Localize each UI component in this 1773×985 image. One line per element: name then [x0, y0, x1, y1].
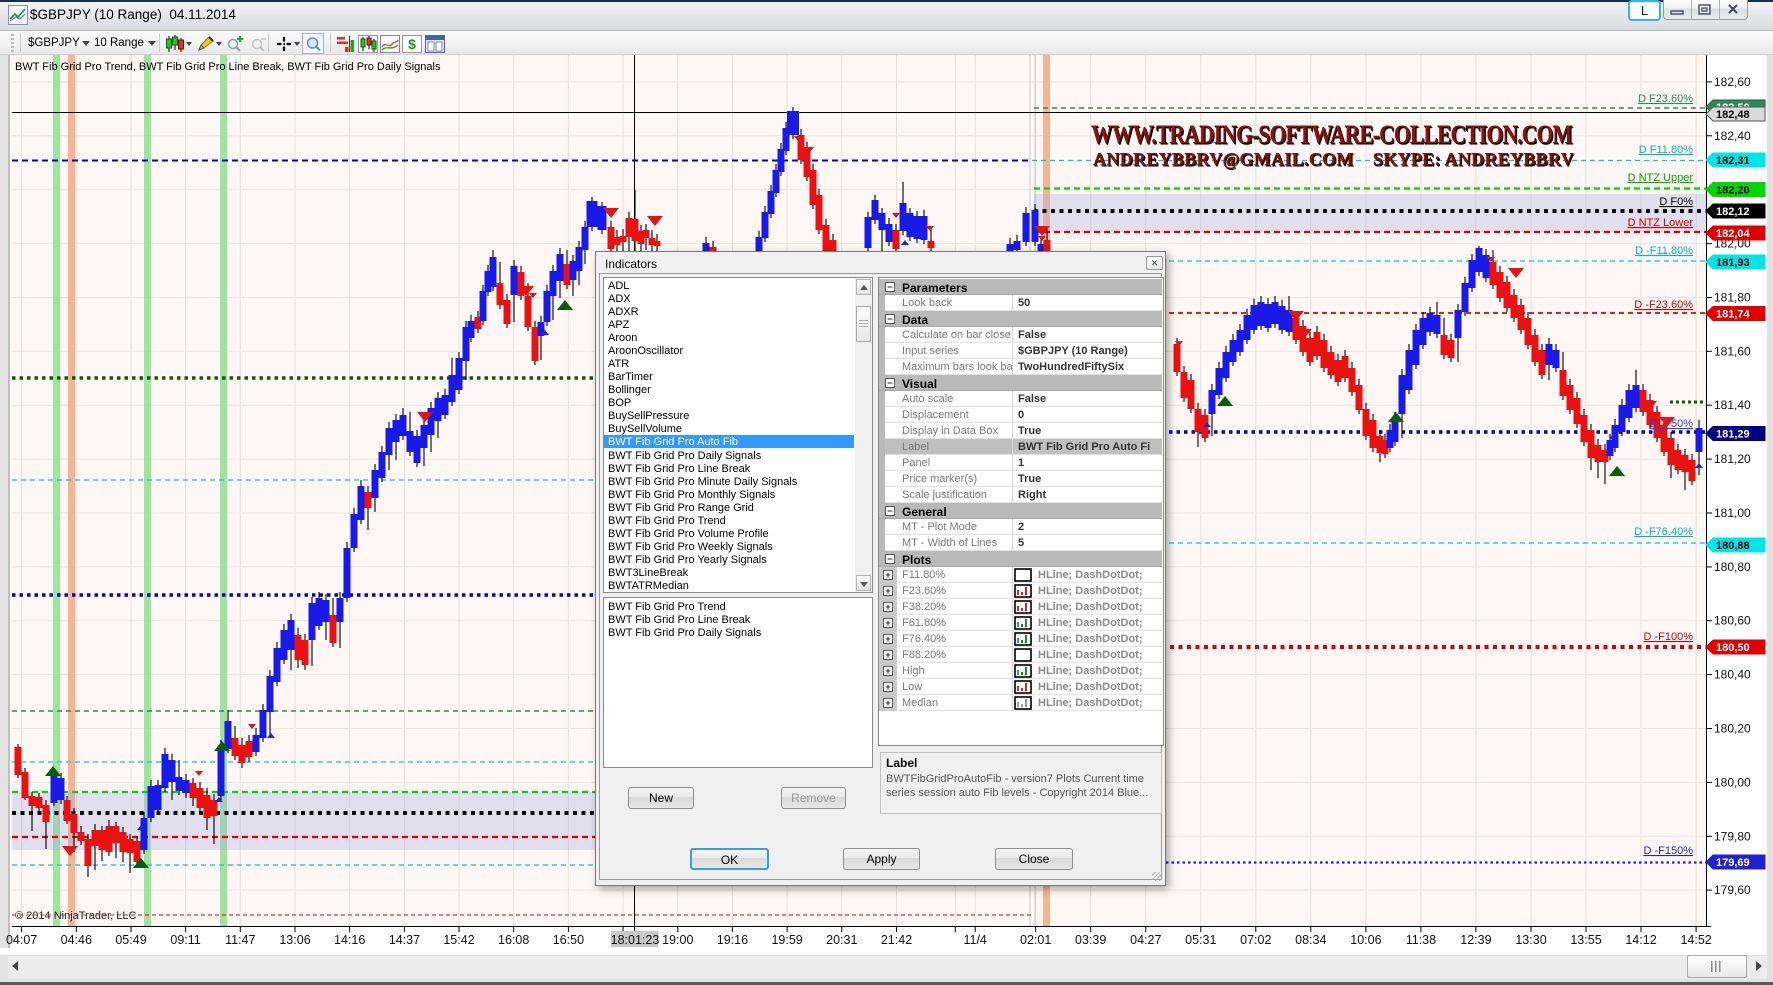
svg-text:09:11: 09:11 [170, 933, 200, 947]
svg-text:20:31: 20:31 [826, 933, 857, 947]
svg-text:12:39: 12:39 [1460, 933, 1491, 947]
svg-text:11:38: 11:38 [1406, 933, 1436, 947]
svg-text:14:52: 14:52 [1680, 933, 1711, 947]
svg-text:D -F23.60%: D -F23.60% [1634, 299, 1693, 311]
svg-text:181,80: 181,80 [1714, 291, 1751, 305]
svg-text:D F11.80%: D F11.80% [1639, 144, 1693, 156]
svg-text:05:49: 05:49 [115, 933, 146, 947]
svg-text:D -F11.80%: D -F11.80% [1635, 245, 1693, 257]
svg-text:180,60: 180,60 [1714, 614, 1751, 628]
svg-text:11:47: 11:47 [225, 933, 255, 947]
svg-text:18:01:23: 18:01:23 [611, 933, 660, 947]
svg-text:D NTZ Upper: D NTZ Upper [1628, 172, 1694, 184]
svg-text:13:30: 13:30 [1515, 933, 1546, 947]
svg-text:D F0%: D F0% [1659, 196, 1693, 208]
svg-text:182,40: 182,40 [1714, 129, 1751, 143]
svg-text:05:31: 05:31 [1185, 933, 1216, 947]
svg-text:04:46: 04:46 [61, 933, 92, 947]
svg-text:182,04: 182,04 [1716, 228, 1751, 240]
svg-text:182,31: 182,31 [1716, 155, 1750, 167]
svg-text:182,12: 182,12 [1716, 206, 1750, 218]
svg-text:181,29: 181,29 [1716, 429, 1750, 441]
svg-text:21:42: 21:42 [881, 933, 912, 947]
svg-text:182,60: 182,60 [1714, 75, 1751, 89]
svg-text:D -F76.40%: D -F76.40% [1634, 526, 1693, 538]
svg-text:14:12: 14:12 [1625, 933, 1656, 947]
svg-text:180,00: 180,00 [1714, 775, 1751, 789]
svg-text:13:06: 13:06 [279, 933, 310, 947]
svg-text:179,80: 179,80 [1714, 829, 1751, 843]
svg-text:182,48: 182,48 [1716, 109, 1750, 121]
svg-text:14:37: 14:37 [389, 933, 420, 947]
svg-text:11/4: 11/4 [963, 933, 986, 947]
svg-text:180,20: 180,20 [1714, 722, 1751, 736]
svg-text:13:55: 13:55 [1570, 933, 1601, 947]
svg-text:181,00: 181,00 [1714, 506, 1751, 520]
svg-text:180,40: 180,40 [1714, 668, 1751, 682]
svg-text:D -F150%: D -F150% [1643, 845, 1693, 857]
svg-text:14:16: 14:16 [334, 933, 365, 947]
svg-text:180,50: 180,50 [1716, 642, 1750, 654]
svg-text:16:50: 16:50 [553, 933, 584, 947]
svg-text:15:42: 15:42 [443, 933, 474, 947]
svg-text:19:16: 19:16 [717, 933, 748, 947]
svg-text:179,60: 179,60 [1714, 883, 1751, 897]
svg-text:D F23.60%: D F23.60% [1638, 93, 1693, 105]
svg-text:180,88: 180,88 [1716, 540, 1750, 552]
svg-text:179,69: 179,69 [1716, 857, 1750, 869]
svg-text:16:08: 16:08 [498, 933, 529, 947]
svg-text:181,60: 181,60 [1714, 344, 1751, 358]
svg-text:03:39: 03:39 [1075, 933, 1106, 947]
svg-text:181,40: 181,40 [1714, 398, 1751, 412]
svg-text:19:59: 19:59 [771, 933, 802, 947]
svg-text:08:34: 08:34 [1295, 933, 1326, 947]
svg-text:19:00: 19:00 [662, 933, 693, 947]
svg-text:04:07: 04:07 [6, 933, 37, 947]
svg-text:D NTZ Lower: D NTZ Lower [1628, 217, 1694, 229]
svg-text:180,80: 180,80 [1714, 560, 1751, 574]
svg-text:04:27: 04:27 [1130, 933, 1161, 947]
svg-text:182,20: 182,20 [1716, 185, 1750, 197]
svg-text:10:06: 10:06 [1350, 933, 1381, 947]
svg-text:07:02: 07:02 [1240, 933, 1271, 947]
svg-text:181,93: 181,93 [1716, 257, 1750, 269]
svg-text:02:01: 02:01 [1020, 933, 1051, 947]
svg-text:D -F100%: D -F100% [1643, 631, 1693, 643]
svg-text:181,20: 181,20 [1714, 452, 1751, 466]
svg-text:181,74: 181,74 [1716, 309, 1751, 321]
